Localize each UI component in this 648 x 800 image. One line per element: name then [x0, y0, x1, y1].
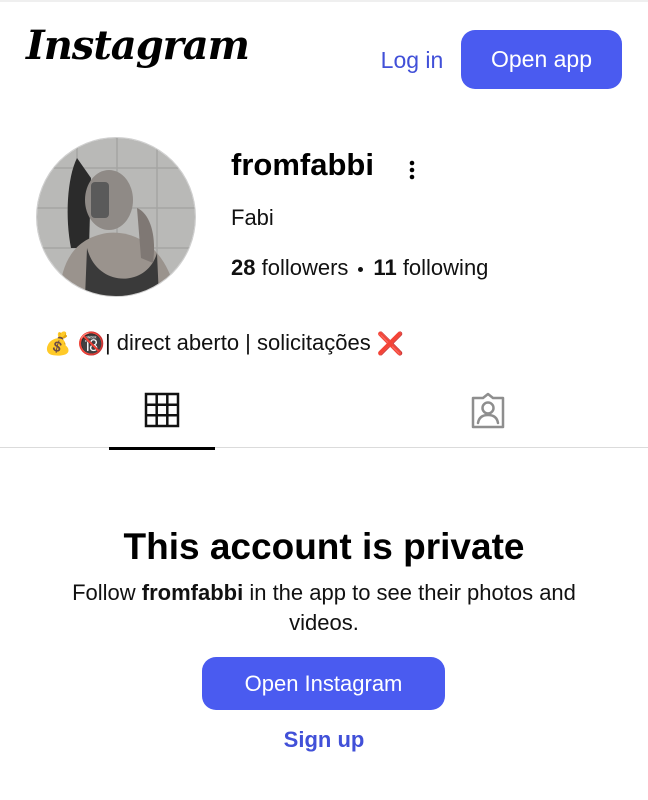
followers-label: followers: [261, 255, 349, 280]
private-desc-prefix: Follow: [72, 580, 142, 605]
private-account-description: Follow fromfabbi in the app to see their…: [64, 578, 584, 638]
profile-full-name: Fabi: [231, 205, 274, 230]
avatar[interactable]: [36, 137, 196, 297]
profile-bio: 💰 🔞| direct aberto | solicitações ❌: [44, 328, 404, 359]
profile-username: fromfabbi: [231, 147, 374, 182]
private-account-title: This account is private: [123, 526, 525, 567]
stats-separator-dot: [358, 266, 364, 272]
followers-stat[interactable]: 28 followers: [231, 255, 348, 280]
following-label: following: [402, 255, 489, 280]
header: Instagram Log in Open app: [0, 0, 648, 110]
no-under-eighteen-emoji: 🔞: [77, 331, 105, 357]
profile-stats: 28 followers 11 following: [231, 254, 488, 282]
following-count: 11: [373, 255, 397, 280]
avatar-photo: [37, 138, 195, 296]
profile-tabs: [0, 380, 648, 450]
active-tab-indicator: [109, 447, 215, 450]
instagram-logo[interactable]: Instagram: [26, 26, 250, 66]
following-stat[interactable]: 11 following: [373, 255, 488, 280]
open-app-button[interactable]: Open app: [461, 30, 622, 89]
open-instagram-button[interactable]: Open Instagram: [202, 657, 445, 710]
sign-up-link[interactable]: Sign up: [264, 725, 384, 755]
grid-icon: [144, 392, 180, 428]
cross-mark-emoji: ❌: [376, 331, 405, 357]
money-bag-emoji: 💰: [44, 331, 72, 357]
more-options-icon[interactable]: [398, 156, 426, 184]
tab-tagged[interactable]: [434, 380, 540, 448]
private-desc-suffix: in the app to see their photos and video…: [243, 580, 576, 635]
bio-text: | direct aberto | solicitações: [104, 330, 371, 355]
followers-count: 28: [231, 255, 256, 280]
login-link[interactable]: Log in: [374, 44, 450, 76]
private-desc-username: fromfabbi: [141, 580, 244, 605]
tab-posts[interactable]: [109, 380, 215, 450]
tagged-person-icon: [471, 392, 505, 429]
